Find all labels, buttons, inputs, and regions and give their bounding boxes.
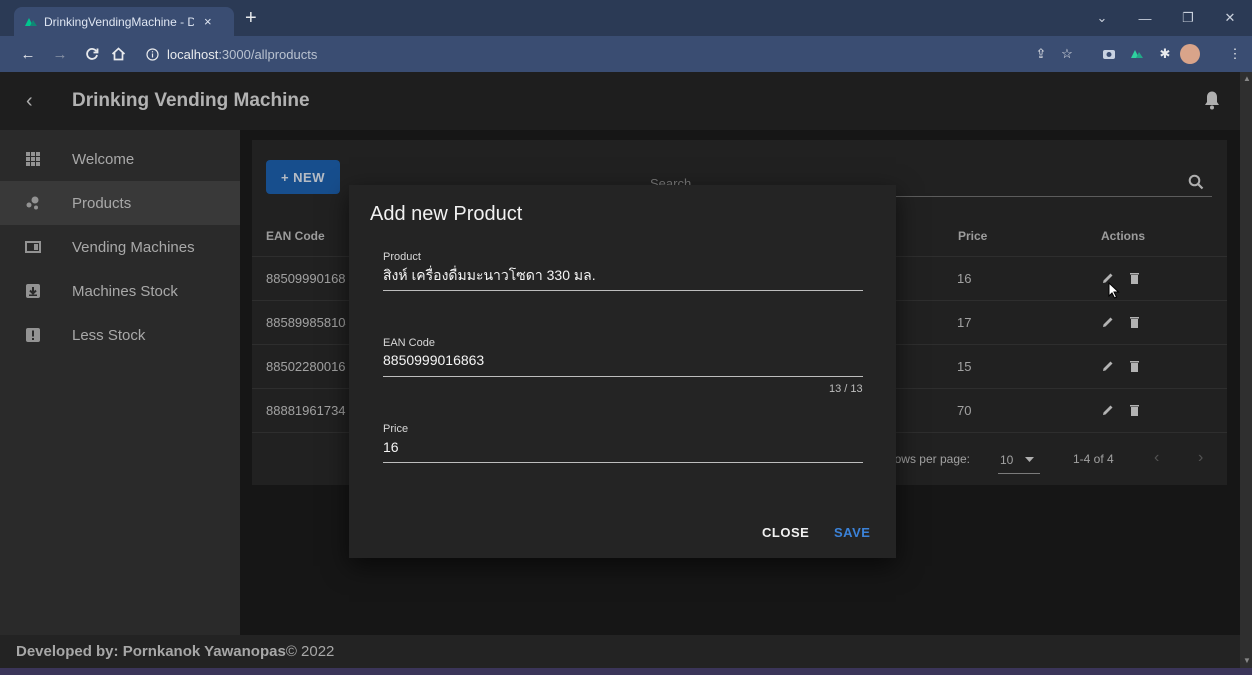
scroll-down-icon[interactable]: ▼ (1243, 656, 1251, 665)
ean-field-underline (383, 376, 863, 377)
window-close-icon[interactable]: ✕ (1210, 6, 1250, 30)
tab-search-icon[interactable]: ⌄ (1082, 6, 1122, 30)
extensions-puzzle-icon[interactable]: ✱ (1156, 45, 1174, 63)
tab-close-icon[interactable]: × (204, 14, 212, 29)
mouse-cursor-icon (1108, 282, 1120, 299)
save-button[interactable]: SAVE (834, 525, 870, 540)
vue-devtools-extension-icon[interactable] (1128, 45, 1146, 63)
minimize-icon[interactable]: — (1125, 6, 1165, 30)
price-field[interactable]: 16 (383, 439, 399, 455)
add-product-dialog (349, 185, 896, 558)
url-bar[interactable]: localhost:3000/allproducts (132, 42, 1082, 67)
nuxt-logo-icon (24, 17, 38, 27)
page-scrollbar[interactable] (1240, 72, 1252, 668)
site-info-icon[interactable] (146, 48, 159, 61)
url-path: :3000/allproducts (218, 47, 318, 62)
restore-icon[interactable]: ❐ (1168, 6, 1208, 30)
price-field-label: Price (383, 423, 409, 435)
share-icon[interactable]: ⇪ (1032, 45, 1050, 63)
reload-icon[interactable] (82, 44, 102, 64)
home-icon[interactable] (108, 44, 128, 64)
product-field-underline (383, 290, 863, 291)
camera-extension-icon[interactable] (1100, 45, 1118, 63)
dialog-title: Add new Product (370, 203, 523, 225)
ean-field[interactable]: 8850999016863 (383, 352, 484, 368)
url-host: localhost (167, 47, 219, 62)
price-field-underline (383, 462, 863, 463)
product-field-label: Product (383, 251, 421, 263)
browser-menu-icon[interactable]: ⋮ (1226, 45, 1244, 63)
new-tab-button[interactable]: + (245, 8, 265, 28)
product-field[interactable]: สิงห์ เครื่องดื่มมะนาวโซดา 330 มล. (383, 265, 596, 287)
close-button[interactable]: CLOSE (762, 525, 809, 540)
tab-title: DrinkingVendingMachine - Drink (44, 14, 194, 29)
forward-arrow-icon[interactable]: → (50, 44, 70, 64)
profile-avatar[interactable] (1180, 44, 1200, 64)
scroll-up-icon[interactable]: ▲ (1243, 74, 1251, 83)
browser-tab[interactable]: DrinkingVendingMachine - Drink × (14, 7, 234, 36)
back-arrow-icon[interactable]: ← (18, 44, 38, 64)
ean-char-counter: 13 / 13 (829, 383, 863, 395)
ean-field-label: EAN Code (383, 337, 435, 349)
bookmark-star-icon[interactable]: ☆ (1058, 45, 1076, 63)
taskbar-strip (0, 668, 1252, 675)
